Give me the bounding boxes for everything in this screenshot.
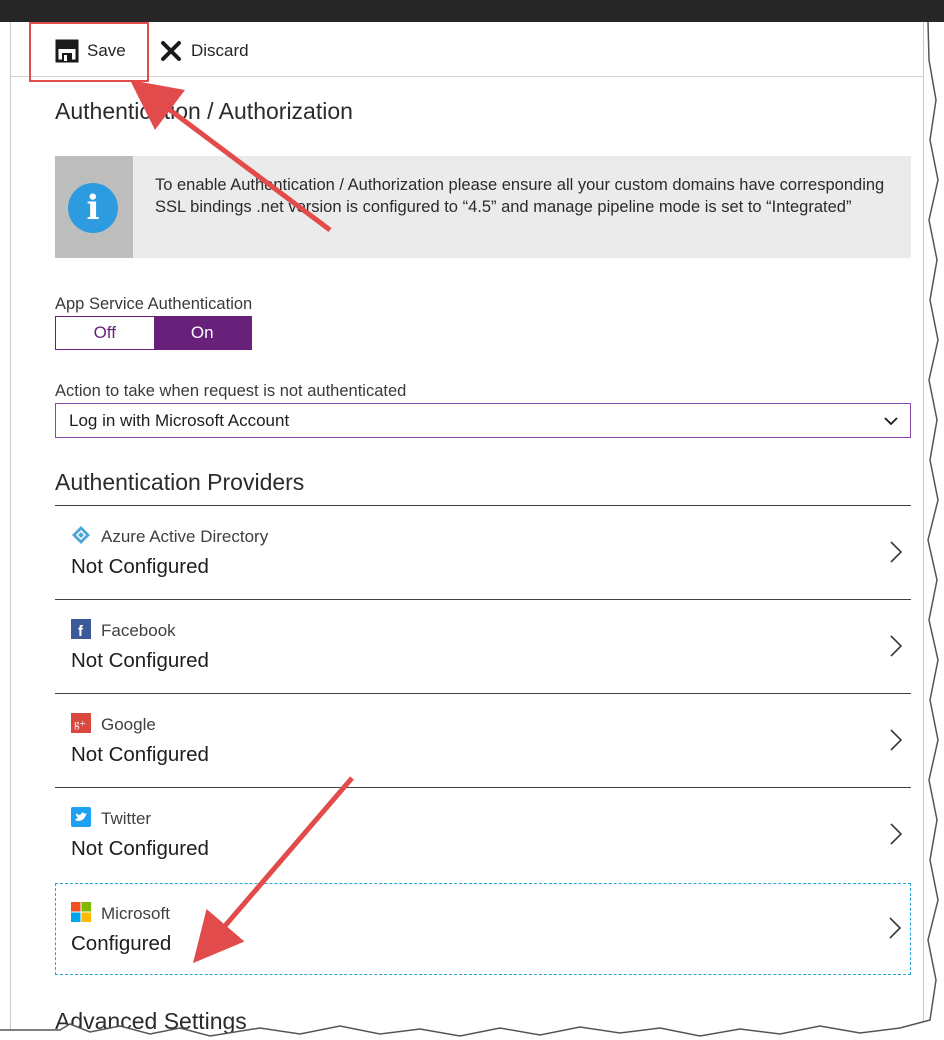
info-icon: i xyxy=(68,183,118,233)
app-service-auth-toggle[interactable]: Off On xyxy=(55,316,252,350)
twitter-icon xyxy=(71,807,91,827)
discard-button[interactable]: Discard xyxy=(159,38,249,64)
provider-google[interactable]: g+ Google Not Configured xyxy=(55,693,911,788)
providers-heading: Authentication Providers xyxy=(55,469,305,495)
action-dropdown[interactable]: Log in with Microsoft Account xyxy=(55,403,911,438)
provider-name: Twitter xyxy=(101,809,152,828)
svg-text:g+: g+ xyxy=(74,718,86,730)
save-annotation-box xyxy=(29,22,149,82)
close-icon xyxy=(161,41,181,61)
auth-blade: Save Discard Authentication / Authorizat… xyxy=(10,22,924,1040)
app-service-auth-label: App Service Authentication xyxy=(55,295,253,313)
window-top-bar xyxy=(0,0,944,22)
action-label: Action to take when request is not authe… xyxy=(55,382,407,400)
chevron-right-icon xyxy=(889,917,902,939)
chevron-right-icon xyxy=(890,635,903,657)
toggle-off[interactable]: Off xyxy=(56,317,154,349)
provider-status: Not Configured xyxy=(71,649,209,672)
page-title: Authentication / Authorization xyxy=(55,98,353,124)
provider-twitter[interactable]: Twitter Not Configured xyxy=(55,787,911,882)
discard-label: Discard xyxy=(191,41,249,60)
chevron-down-icon xyxy=(884,417,898,426)
toggle-on[interactable]: On xyxy=(153,317,251,349)
provider-status: Configured xyxy=(71,932,172,955)
info-banner-icon-area: i xyxy=(55,156,133,258)
provider-name: Google xyxy=(101,715,156,734)
info-banner: i To enable Authentication / Authorizati… xyxy=(55,156,911,258)
provider-facebook[interactable]: f Facebook Not Configured xyxy=(55,599,911,694)
microsoft-icon xyxy=(71,902,91,922)
provider-name: Azure Active Directory xyxy=(101,527,269,546)
chevron-right-icon xyxy=(890,729,903,751)
provider-azure-active-directory[interactable]: Azure Active Directory Not Configured xyxy=(55,505,911,600)
provider-status: Not Configured xyxy=(71,555,209,578)
provider-name: Microsoft xyxy=(101,904,170,923)
advanced-settings-heading: Advanced Settings xyxy=(55,1008,247,1034)
command-bar: Save Discard xyxy=(11,22,923,82)
provider-microsoft[interactable]: Microsoft Configured xyxy=(55,883,911,975)
chevron-right-icon xyxy=(890,823,903,845)
google-icon: g+ xyxy=(71,713,91,733)
provider-status: Not Configured xyxy=(71,743,209,766)
info-banner-text: To enable Authentication / Authorization… xyxy=(155,176,885,216)
chevron-right-icon xyxy=(890,541,903,563)
facebook-icon: f xyxy=(71,619,91,639)
azure-ad-icon xyxy=(72,526,90,544)
provider-name: Facebook xyxy=(101,621,176,640)
provider-status: Not Configured xyxy=(71,837,209,860)
action-dropdown-value: Log in with Microsoft Account xyxy=(69,411,290,430)
